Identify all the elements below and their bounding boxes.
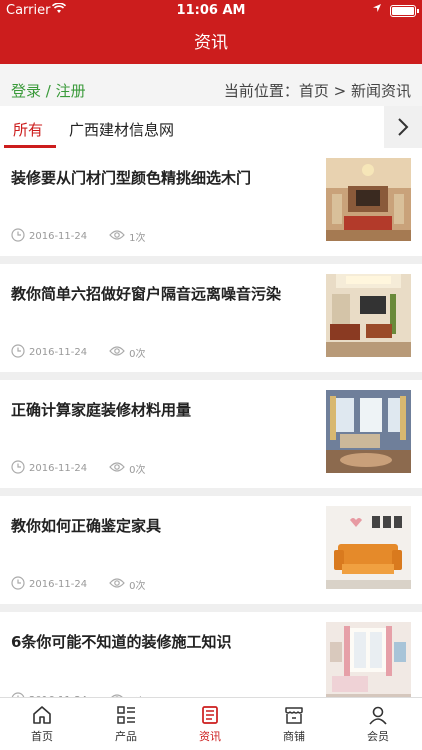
news-thumbnail[interactable] bbox=[326, 274, 411, 357]
news-title[interactable]: 6条你可能不知道的装修施工知识 bbox=[11, 631, 311, 652]
news-meta: 2016-11-24 0次 bbox=[11, 576, 146, 593]
news-thumbnail[interactable] bbox=[326, 622, 411, 705]
chevron-right-icon bbox=[398, 118, 409, 136]
news-date: 2016-11-24 bbox=[29, 231, 88, 242]
tab-news-label: 资讯 bbox=[199, 730, 221, 743]
news-views: 0次 bbox=[129, 465, 146, 476]
news-document-icon bbox=[202, 706, 218, 724]
nav-bar: 资讯 bbox=[0, 22, 422, 64]
auth-links: 登录 / 注册 bbox=[11, 80, 86, 101]
auth-separator: / bbox=[41, 82, 56, 100]
news-title[interactable]: 正确计算家庭装修材料用量 bbox=[11, 399, 311, 420]
news-thumbnail[interactable] bbox=[326, 506, 411, 589]
news-title[interactable]: 教你如何正确鉴定家具 bbox=[11, 515, 311, 536]
clock-icon bbox=[11, 228, 25, 245]
list-grid-icon bbox=[117, 706, 135, 724]
news-item[interactable]: 教你简单六招做好窗户隔音远离噪音污染 2016-11-24 0次 bbox=[0, 264, 422, 372]
location-arrow-icon bbox=[372, 3, 382, 16]
news-title[interactable]: 教你简单六招做好窗户隔音远离噪音污染 bbox=[11, 283, 311, 304]
tab-home[interactable]: 首页 bbox=[0, 698, 84, 750]
news-views: 1次 bbox=[129, 233, 146, 244]
news-meta: 2016-11-24 0次 bbox=[11, 344, 146, 361]
clock-icon bbox=[11, 460, 25, 477]
tab-member[interactable]: 会员 bbox=[336, 698, 420, 750]
page-title: 资讯 bbox=[194, 33, 228, 53]
shop-icon bbox=[285, 707, 303, 724]
news-meta: 2016-11-24 0次 bbox=[11, 460, 146, 477]
news-views: 0次 bbox=[129, 349, 146, 360]
tab-guangxi-building-materials[interactable]: 广西建材信息网 bbox=[69, 119, 174, 140]
breadcrumb: 当前位置：首页 > 新闻资讯 bbox=[223, 82, 411, 100]
user-icon bbox=[369, 706, 387, 725]
news-date: 2016-11-24 bbox=[29, 463, 88, 474]
tab-all[interactable]: 所有 bbox=[13, 119, 43, 140]
news-views: 0次 bbox=[129, 581, 146, 592]
news-thumbnail[interactable] bbox=[326, 158, 411, 241]
clock: 11:06 AM bbox=[176, 3, 246, 18]
news-item[interactable]: 装修要从门材门型颜色精挑细选木门 2016-11-24 1次 bbox=[0, 148, 422, 256]
breadcrumb-bar: 登录 / 注册 当前位置：首页 > 新闻资讯 bbox=[0, 64, 422, 106]
news-date: 2016-11-24 bbox=[29, 347, 88, 358]
news-meta: 2016-11-24 1次 bbox=[11, 228, 146, 245]
tab-shops[interactable]: 商铺 bbox=[252, 698, 336, 750]
tab-member-label: 会员 bbox=[367, 730, 389, 743]
bottom-tab-bar: 首页 产品 资讯 商铺 会员 bbox=[0, 697, 422, 750]
eye-icon bbox=[109, 461, 125, 476]
tab-home-label: 首页 bbox=[31, 730, 53, 743]
news-thumbnail[interactable] bbox=[326, 390, 411, 473]
news-item[interactable]: 正确计算家庭装修材料用量 2016-11-24 0次 bbox=[0, 380, 422, 488]
tab-shops-label: 商铺 bbox=[283, 730, 305, 743]
clock-icon bbox=[11, 576, 25, 593]
eye-icon bbox=[109, 229, 125, 244]
tab-products[interactable]: 产品 bbox=[84, 698, 168, 750]
news-title[interactable]: 装修要从门材门型颜色精挑细选木门 bbox=[11, 167, 311, 188]
tab-products-label: 产品 bbox=[115, 730, 137, 743]
eye-icon bbox=[109, 577, 125, 592]
category-tabs: 所有 广西建材信息网 bbox=[0, 106, 422, 148]
register-link[interactable]: 注册 bbox=[56, 82, 86, 100]
tabs-scroll-button[interactable] bbox=[384, 106, 422, 148]
eye-icon bbox=[109, 345, 125, 360]
battery-icon bbox=[390, 5, 419, 17]
clock-icon bbox=[11, 344, 25, 361]
tab-news[interactable]: 资讯 bbox=[168, 698, 252, 750]
home-icon bbox=[33, 706, 51, 724]
status-bar: Carrier 11:06 AM bbox=[0, 0, 422, 22]
login-link[interactable]: 登录 bbox=[11, 82, 41, 100]
news-item[interactable]: 教你如何正确鉴定家具 2016-11-24 0次 bbox=[0, 496, 422, 604]
news-date: 2016-11-24 bbox=[29, 579, 88, 590]
